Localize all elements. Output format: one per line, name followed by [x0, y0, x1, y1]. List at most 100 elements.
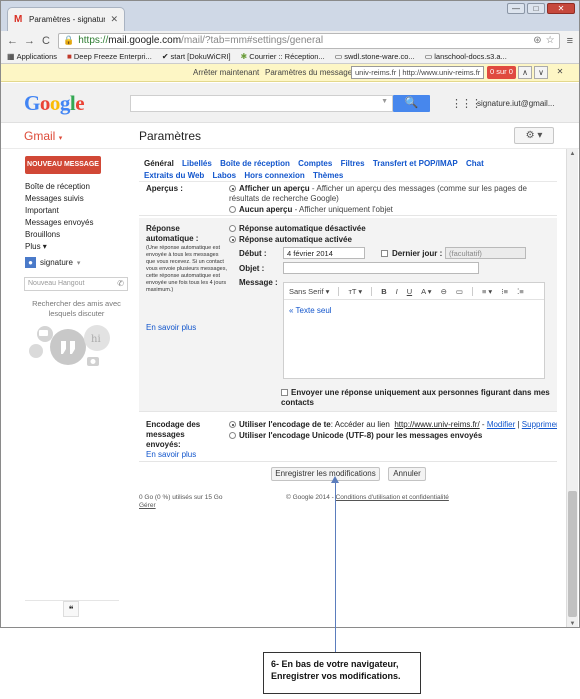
subject-field[interactable] — [283, 262, 479, 274]
delete-link[interactable]: Supprimer — [522, 420, 557, 429]
page-scrollbar[interactable]: ▲ ▼ — [566, 149, 578, 627]
contacts-only-option[interactable]: Envoyer une réponse uniquement aux perso… — [281, 388, 551, 408]
hangouts-quote-icon[interactable]: ❝ — [63, 601, 79, 617]
previous-match-button[interactable]: ∧ — [518, 66, 532, 79]
stop-now-link[interactable]: Arrêter maintenant — [193, 68, 259, 77]
bookmark-deep-freeze[interactable]: ■ Deep Freeze Enterpri... — [67, 52, 152, 61]
account-email[interactable]: signature.iut@gmail... — [477, 99, 555, 108]
compose-button[interactable]: NOUVEAU MESSAGE — [25, 156, 101, 174]
last-day-checkbox[interactable] — [381, 250, 388, 257]
auto-reply-on-option[interactable]: Réponse automatique activée — [229, 235, 352, 245]
bold-icon[interactable]: B — [381, 287, 386, 296]
search-button[interactable]: 🔍 — [393, 95, 430, 112]
browser-tab[interactable]: M Paramètres - signature.iut© ✕ — [7, 7, 125, 31]
preview-off-option[interactable]: Aucun aperçu - Afficher uniquement l'obj… — [229, 205, 551, 215]
sidebar-item-drafts[interactable]: Brouillons — [25, 229, 93, 241]
tab-labels[interactable]: Libellés — [182, 159, 212, 168]
last-day-field[interactable]: (facultatif) — [445, 247, 526, 259]
auto-reply-learn-more-link[interactable]: En savoir plus — [146, 323, 196, 333]
link-icon[interactable]: ⊖ — [441, 287, 447, 296]
radio-auto-reply-on[interactable] — [229, 236, 236, 243]
google-header: Google ▼ 🔍 ⋮⋮⋮ signature.iut@gmail... — [1, 83, 579, 123]
extension-icon[interactable]: ⊛ — [533, 35, 541, 46]
align-icon[interactable]: ≡ ▾ — [482, 287, 492, 296]
bookmark-swdl[interactable]: ▭ swdl.stone-ware.co... — [335, 52, 415, 61]
extension-url-field[interactable]: univ-reims.fr | http://www.univ-reims.fr — [351, 66, 484, 79]
auto-reply-off-option[interactable]: Réponse automatique désactivée — [229, 224, 366, 234]
phone-icon[interactable]: ✆ — [117, 279, 124, 288]
bookmark-star-icon[interactable]: ☆ — [546, 35, 555, 46]
back-button[interactable]: ← — [7, 35, 18, 47]
next-match-button[interactable]: ∨ — [534, 66, 548, 79]
manage-storage-link[interactable]: Gérer — [139, 502, 222, 510]
minimize-button[interactable]: — — [507, 3, 525, 14]
font-size-select[interactable]: ᴛT ▾ — [348, 287, 362, 296]
browser-menu-icon[interactable]: ≡ — [567, 35, 573, 47]
scroll-down-icon[interactable]: ▼ — [567, 619, 578, 627]
sidebar-item-inbox[interactable]: Boîte de réception — [25, 181, 93, 193]
address-bar[interactable]: 🔒 https://mail.google.com/mail/?tab=mm#s… — [58, 32, 560, 49]
hangouts-user[interactable]: ● signature ▾ — [25, 257, 80, 268]
bookmark-dokuwiki[interactable]: ✔ start [DokuWiCRI] — [162, 52, 231, 61]
image-icon[interactable]: ▭ — [456, 287, 463, 296]
modify-link[interactable]: Modifier — [487, 420, 515, 429]
last-day-label: Dernier jour : — [392, 249, 443, 258]
underline-icon[interactable]: U — [407, 287, 412, 296]
new-hangout-input[interactable]: Nouveau Hangout ✆ — [24, 277, 128, 291]
tab-offline[interactable]: Hors connexion — [244, 171, 304, 180]
cancel-button[interactable]: Annuler — [388, 467, 426, 481]
gmail-menu[interactable]: Gmail ▾ — [24, 129, 62, 143]
forward-button[interactable]: → — [24, 35, 35, 47]
bulleted-list-icon[interactable]: ⁚≡ — [517, 287, 524, 296]
terms-link[interactable]: Conditions d'utilisation et confidential… — [336, 494, 449, 501]
encoding-default-option[interactable]: Utiliser l'encodage de te: Accéder au li… — [229, 420, 557, 430]
tab-close-icon[interactable]: ✕ — [110, 14, 118, 25]
encoding-utf8-option[interactable]: Utiliser l'encodage Unicode (UTF-8) pour… — [229, 431, 482, 441]
save-changes-button[interactable]: Enregistrer les modifications — [271, 467, 380, 481]
contacts-only-checkbox[interactable] — [281, 389, 288, 396]
numbered-list-icon[interactable]: ⁝≡ — [501, 287, 508, 296]
popup-url-link[interactable]: http://www.univ-reims.fr/ — [394, 420, 479, 429]
sidebar-item-starred[interactable]: Messages suivis — [25, 193, 93, 205]
settings-gear-button[interactable]: ⚙ ▾ — [514, 127, 554, 144]
sidebar-item-important[interactable]: Important — [25, 205, 93, 217]
window-controls: — □ ✕ — [507, 3, 575, 14]
scrollbar-thumb[interactable] — [568, 491, 577, 617]
radio-preview-on[interactable] — [229, 185, 236, 192]
close-window-button[interactable]: ✕ — [547, 3, 575, 14]
italic-icon[interactable]: I — [396, 287, 398, 296]
sidebar-item-more[interactable]: Plus ▾ — [25, 241, 93, 253]
tab-filters[interactable]: Filtres — [341, 159, 365, 168]
bookmark-lanschool[interactable]: ▭ lanschool-docs.s3.a... — [425, 52, 507, 61]
tab-themes[interactable]: Thèmes — [313, 171, 343, 180]
encoding-learn-more-link[interactable]: En savoir plus — [146, 450, 196, 460]
tab-web-clips[interactable]: Extraits du Web — [144, 171, 204, 180]
start-date-field[interactable]: 4 février 2014 — [283, 247, 365, 259]
reload-button[interactable]: C — [41, 35, 51, 47]
tab-accounts[interactable]: Comptes — [298, 159, 332, 168]
bookmark-applications[interactable]: ▦ Applications — [7, 52, 57, 61]
maximize-button[interactable]: □ — [527, 3, 545, 14]
tab-chat[interactable]: Chat — [466, 159, 484, 168]
plain-text-link[interactable]: « Texte seul — [289, 306, 332, 315]
radio-auto-reply-off[interactable] — [229, 225, 236, 232]
radio-preview-off[interactable] — [229, 206, 236, 213]
preview-on-option[interactable]: Afficher un aperçu - Afficher un aperçu … — [229, 184, 551, 204]
tab-forwarding[interactable]: Transfert et POP/IMAP — [373, 159, 458, 168]
message-params-link[interactable]: Paramètres du message — [265, 68, 352, 77]
tab-labs[interactable]: Labos — [213, 171, 237, 180]
text-color-icon[interactable]: A ▾ — [421, 287, 431, 296]
search-options-icon[interactable]: ▼ — [381, 98, 388, 105]
sidebar-item-sent[interactable]: Messages envoyés — [25, 217, 93, 229]
radio-encoding-utf8[interactable] — [229, 432, 236, 439]
radio-encoding-default[interactable] — [229, 421, 236, 428]
close-extension-bar-icon[interactable]: ✕ — [553, 66, 567, 79]
font-family-select[interactable]: Sans Serif ▾ — [289, 287, 329, 296]
tab-general[interactable]: Général — [144, 159, 174, 168]
tab-inbox[interactable]: Boîte de réception — [220, 159, 290, 168]
bookmark-courrier[interactable]: ✱ Courrier :: Réception... — [241, 52, 325, 61]
google-logo[interactable]: Google — [24, 91, 85, 116]
search-input[interactable]: ▼ — [130, 95, 393, 112]
scroll-up-icon[interactable]: ▲ — [567, 149, 578, 159]
message-editor[interactable]: Sans Serif ▾ ᴛT ▾ B I U A ▾ ⊖ ▭ ≡ ▾ ⁝≡ ⁚… — [283, 282, 545, 379]
